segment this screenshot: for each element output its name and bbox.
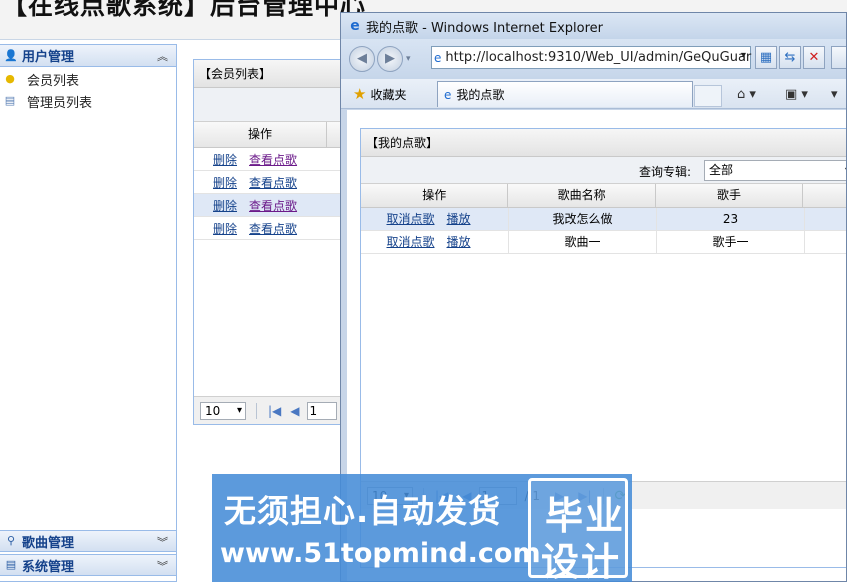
view-songs-link[interactable]: 查看点歌 [249, 220, 297, 237]
divider [256, 402, 257, 419]
watermark-banner: 无须担心.自动发货 www.51topmind.com 毕业 设计 [212, 474, 632, 582]
delete-link[interactable]: 删除 [213, 197, 237, 214]
bulb-icon: ● [5, 72, 15, 85]
home-icon[interactable]: ⌂ ▾ [737, 87, 756, 102]
table-row: 删除 查看点歌 [194, 171, 352, 194]
delete-link[interactable]: 删除 [213, 151, 237, 168]
album-filter-select[interactable]: 全部 [704, 160, 846, 181]
watermark-text: 无须担心.自动发货 [224, 492, 502, 530]
table-row: 取消点歌 播放 我改怎么做 23 [361, 207, 846, 231]
accordion-header-song-management[interactable]: ⚲ 歌曲管理 ︾ [0, 530, 176, 552]
page-size-select[interactable]: 10 [200, 401, 246, 420]
cancel-song-link[interactable]: 取消点歌 [386, 235, 434, 249]
table-row: 删除 查看点歌 [194, 194, 352, 217]
accordion-header-system-management[interactable]: ▤ 系统管理 ︾ [0, 554, 176, 576]
view-songs-link[interactable]: 查看点歌 [249, 151, 297, 168]
panel-title: 【会员列表】 [194, 60, 352, 88]
app-title: 【在线点歌系统】后台管理中心 [2, 0, 367, 20]
table-header: 操作 [194, 122, 352, 148]
ie-logo-icon: e [350, 18, 360, 34]
favorites-button[interactable]: ★ 收藏夹 [353, 85, 406, 103]
favorites-label: 收藏夹 [370, 87, 407, 102]
watermark-badge: 毕业 设计 [528, 478, 628, 582]
search-icon: ⚲ [6, 534, 16, 547]
delete-link[interactable]: 删除 [213, 220, 237, 237]
window-titlebar: e 我的点歌 - Windows Internet Explorer [341, 13, 846, 39]
actions-cell: 取消点歌 播放 [361, 230, 509, 254]
back-button[interactable]: ◀ [349, 46, 375, 72]
column-header-singer[interactable]: 歌手 [656, 184, 804, 207]
chevron-down-icon[interactable]: ▾ [741, 50, 746, 61]
singer-cell: 歌手一 [657, 230, 805, 254]
panel-title: 【我的点歌】 [361, 129, 846, 157]
panel-toolbar [194, 88, 352, 122]
navigation-bar: ◀ ▶ ▾ e http://localhost:9310/Web_UI/adm… [341, 39, 846, 79]
compatibility-view-button[interactable]: ▦ [755, 46, 777, 69]
history-dropdown-icon[interactable]: ▾ [406, 54, 411, 64]
chevron-up-icon[interactable]: ︽ [157, 48, 168, 64]
sidebar-item-label: 管理员列表 [27, 95, 93, 111]
sidebar-item-admin-list[interactable]: ▤ 管理员列表 [0, 90, 176, 112]
forward-button[interactable]: ▶ [377, 46, 403, 72]
actions-cell: 取消点歌 播放 [361, 207, 509, 231]
table-row: 删除 查看点歌 [194, 148, 352, 171]
sidebar-item-label: 会员列表 [27, 73, 80, 89]
grid-icon: ▤ [4, 94, 16, 107]
delete-link[interactable]: 删除 [213, 174, 237, 191]
table-row: 取消点歌 播放 歌曲一 歌手一 [361, 230, 846, 254]
first-page-icon[interactable]: |◀ [268, 404, 281, 418]
chevron-down-icon[interactable]: ︾ [157, 558, 168, 574]
window-title: 我的点歌 - Windows Internet Explorer [366, 20, 603, 36]
play-link[interactable]: 播放 [447, 235, 471, 249]
rss-icon[interactable]: ▣ ▾ [785, 87, 808, 102]
address-bar[interactable]: e http://localhost:9310/Web_UI/admin/GeQ… [431, 46, 751, 69]
accordion-header-user-management[interactable]: 👤 用户管理 ︽ [0, 45, 176, 67]
new-tab-button[interactable] [694, 85, 722, 107]
accordion-title: 用户管理 [22, 50, 75, 65]
favorites-bar: ★ 收藏夹 e 我的点歌 ⌂ ▾ ▣ ▾ ▾ [341, 79, 846, 109]
song-name-cell: 歌曲一 [509, 230, 657, 254]
tab-title: 我的点歌 [456, 88, 505, 102]
accordion-title: 歌曲管理 [22, 535, 75, 551]
badge-text: 设计 [541, 540, 622, 582]
accordion-title: 系统管理 [22, 559, 75, 575]
browser-tab[interactable]: e 我的点歌 [437, 81, 693, 107]
column-header-actions[interactable]: 操作 [361, 184, 509, 207]
prev-page-icon[interactable]: ◀ [290, 404, 299, 418]
view-songs-link[interactable]: 查看点歌 [249, 197, 297, 214]
user-icon: 👤 [4, 48, 18, 62]
sidebar-item-member-list[interactable]: ● 会员列表 [0, 68, 176, 90]
table-row: 删除 查看点歌 [194, 217, 352, 240]
member-list-panel: 【会员列表】 操作 删除 查看点歌 删除 查看点歌 删除 查看点歌 删除 查看点… [193, 59, 353, 425]
page-number-input[interactable]: 1 [306, 401, 337, 420]
search-box[interactable] [831, 46, 846, 69]
cancel-song-link[interactable]: 取消点歌 [386, 212, 434, 226]
column-header-extra[interactable] [803, 184, 846, 207]
stop-button[interactable]: ✕ [803, 46, 825, 69]
chevron-down-icon[interactable]: ▾ [831, 87, 838, 102]
column-header-song-name[interactable]: 歌曲名称 [508, 184, 656, 207]
play-link[interactable]: 播放 [447, 212, 471, 226]
column-header-actions[interactable]: 操作 [194, 122, 327, 147]
table-header: 操作 歌曲名称 歌手 [361, 184, 846, 208]
address-text: http://localhost:9310/Web_UI/admin/GeQuG… [445, 50, 752, 65]
grid-icon: ▤ [5, 558, 17, 571]
query-toolbar: 查询专辑: 全部 [361, 157, 846, 184]
chevron-down-icon[interactable]: ︾ [157, 534, 168, 550]
song-name-cell: 我改怎么做 [509, 207, 657, 231]
pager: 10 |◀ ◀ 1 [194, 396, 352, 424]
page-icon: e [444, 87, 452, 102]
album-filter-label: 查询专辑: [639, 165, 692, 179]
refresh-button[interactable]: ⇆ [779, 46, 801, 69]
left-accordion: 👤 用户管理 ︽ ● 会员列表 ▤ 管理员列表 ⚲ 歌曲管理 ︾ ▤ 系统管理 … [0, 44, 177, 582]
star-icon: ★ [353, 85, 367, 103]
singer-cell: 23 [657, 207, 805, 231]
watermark-url: www.51topmind.com [220, 538, 541, 569]
view-songs-link[interactable]: 查看点歌 [249, 174, 297, 191]
page-icon: e [434, 50, 442, 65]
